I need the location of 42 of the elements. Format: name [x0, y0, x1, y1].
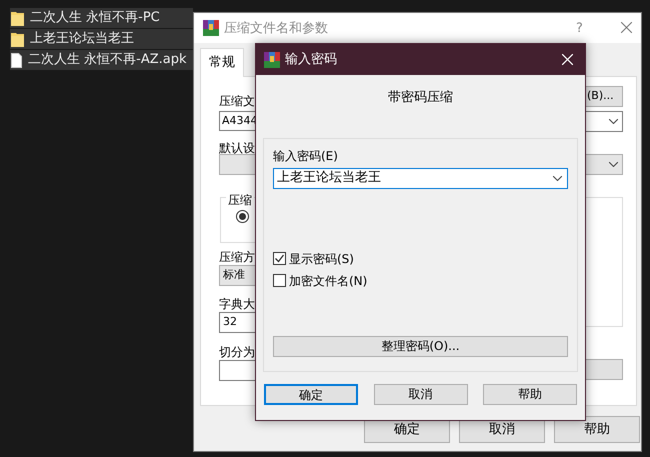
checkbox-label: 加密文件名(N) — [289, 272, 368, 290]
dialog-heading: 带密码压缩 — [388, 89, 453, 107]
dropdown-field[interactable] — [585, 111, 623, 132]
method-dropdown[interactable]: 标准 — [219, 265, 256, 286]
file-row[interactable]: 二次人生 永恒不再-PC — [10, 8, 193, 28]
dialog-button[interactable]: 确定 — [264, 384, 358, 404]
field-label: 默认设 — [219, 140, 255, 157]
folder-icon — [11, 32, 24, 46]
tab[interactable]: 常规 — [200, 48, 244, 77]
chevron-icon — [553, 176, 562, 180]
field-label: 输入密码(E) — [273, 148, 338, 164]
archive-app-icon — [264, 52, 280, 68]
profile-dropdown[interactable] — [219, 154, 256, 175]
file-name: 二次人生 永恒不再-AZ.apk — [28, 51, 187, 70]
chevron-icon — [609, 119, 618, 124]
dialog-button[interactable]: 帮助 — [483, 384, 577, 404]
archive-app-icon — [203, 20, 219, 36]
chevron-icon — [609, 162, 618, 167]
organize-passwords-button[interactable]: 整理密码(O)... — [273, 336, 568, 356]
file-name: 二次人生 永恒不再-PC — [30, 9, 160, 28]
field-label: 字典大 — [219, 296, 255, 313]
file-name: 上老王论坛当老王 — [30, 30, 134, 48]
file-row[interactable]: 二次人生 永恒不再-AZ.apk — [10, 50, 193, 70]
password-combobox[interactable]: 上老王论坛当老王 — [273, 168, 568, 188]
dialog-button[interactable]: 取消 — [374, 384, 468, 404]
checkbox[interactable] — [273, 252, 286, 265]
checkbox[interactable] — [273, 274, 286, 287]
dropdown-field[interactable] — [585, 154, 623, 175]
dialog-button[interactable]: 帮助 — [554, 416, 640, 443]
checkbox-label: 显示密码(S) — [289, 250, 354, 268]
folder-icon — [11, 10, 24, 26]
field-label: 切分为 — [219, 344, 255, 361]
dictionary-field[interactable]: 32 — [219, 312, 256, 333]
browse-button[interactable]: (B)... — [585, 86, 623, 107]
window-title: 输入密码 — [285, 50, 337, 69]
field-label: 压缩文 — [219, 93, 255, 110]
file-icon — [11, 52, 22, 68]
field-label: 压缩方 — [219, 249, 255, 266]
split-field[interactable] — [219, 360, 256, 381]
window-title: 压缩文件名和参数 — [224, 20, 328, 38]
file-row[interactable]: 上老王论坛当老王 — [10, 29, 193, 49]
dropdown-button[interactable] — [585, 359, 623, 380]
